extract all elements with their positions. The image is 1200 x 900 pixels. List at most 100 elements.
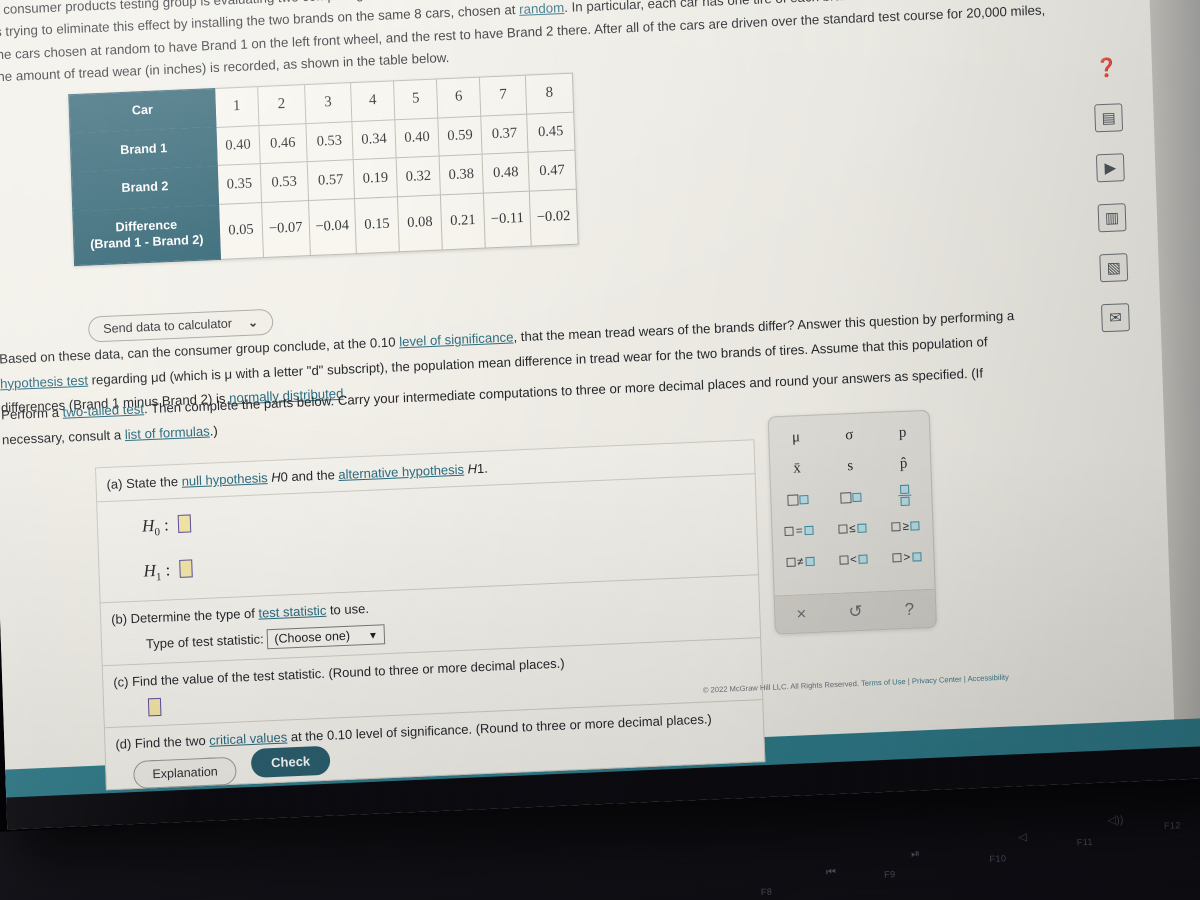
terms-of-use-link[interactable]: Terms of Use (861, 677, 906, 688)
critical-values-link[interactable]: critical values (209, 729, 287, 747)
car-cell: 8 (525, 73, 574, 114)
browser-viewport: ⌄ Español A consumer products testing gr… (0, 0, 1200, 830)
h0-answer-input[interactable] (177, 514, 192, 533)
row-header-car: Car (68, 88, 216, 134)
brand1-cell: 0.40 (394, 117, 440, 159)
notes-icon[interactable]: ▧ (1099, 253, 1129, 283)
test-statistic-select[interactable]: (Choose one) ▼ (266, 624, 386, 650)
difference-label-line2: (Brand 1 - Brand 2) (89, 232, 204, 252)
car-cell: 7 (479, 75, 527, 116)
hypothesis-test-link[interactable]: hypothesis test (0, 372, 88, 391)
brand1-cell: 0.45 (526, 111, 575, 153)
keypad-key-s[interactable]: s (823, 450, 877, 483)
keypad-key-not-equal[interactable]: ≠ (773, 545, 827, 578)
random-link[interactable]: random (519, 0, 565, 17)
difference-cell: 0.15 (354, 196, 400, 254)
help-icon[interactable]: ? (904, 599, 914, 619)
part-d-prefix: (d) Find the two (115, 732, 210, 752)
difference-cell: −0.02 (529, 189, 578, 246)
part-a-suffix: H1. (467, 460, 489, 477)
keypad-key-less-than[interactable]: < (826, 543, 880, 576)
level-of-significance-link[interactable]: level of significance (399, 329, 514, 349)
keypad-action-bar: × ↺ ? (774, 588, 936, 634)
brand2-cell: 0.47 (528, 150, 576, 192)
brand1-cell: 0.40 (215, 125, 261, 166)
type-of-test-statistic-label: Type of test statistic: (145, 631, 264, 652)
difference-cell: −0.11 (483, 191, 532, 248)
h1-answer-input[interactable] (179, 559, 193, 579)
row-header-brand2: Brand 2 (71, 165, 219, 211)
keypad-key-mu[interactable]: μ (769, 421, 823, 454)
undo-icon[interactable]: ↺ (848, 601, 863, 622)
footer-separator: | (963, 674, 966, 684)
help-person-icon[interactable]: ❓ (1092, 53, 1121, 82)
car-cell: 2 (257, 84, 306, 126)
difference-label-line1: Difference (115, 217, 178, 235)
keypad-grid: μ σ p x̄ s p̂ = ≤ ≥ ≠ < > (769, 411, 934, 579)
test-statistic-select-value: (Choose one) (274, 628, 351, 646)
keypad-key-subscript-icon[interactable] (824, 481, 878, 514)
test-statistic-link[interactable]: test statistic (258, 602, 326, 620)
keypad-key-phat[interactable]: p̂ (876, 448, 930, 481)
brand2-cell: 0.57 (306, 160, 355, 201)
test-statistic-answer-input[interactable] (147, 697, 162, 717)
brand2-cell: 0.19 (353, 158, 398, 199)
difference-cell: 0.05 (218, 202, 264, 260)
car-cell: 6 (436, 77, 481, 118)
car-cell: 5 (393, 78, 438, 120)
reference-icon[interactable]: ▥ (1097, 203, 1127, 233)
h1-symbol: H (143, 561, 157, 581)
car-cell: 3 (304, 82, 352, 124)
difference-cell: −0.04 (308, 198, 357, 256)
two-tailed-test-link[interactable]: two-tailed test (62, 401, 144, 419)
brand1-cell: 0.53 (305, 121, 354, 163)
brand2-cell: 0.48 (482, 152, 530, 194)
null-hypothesis-link[interactable]: null hypothesis (181, 470, 267, 489)
media-play-icon: ⏯ (910, 847, 921, 861)
video-play-icon[interactable]: ▶ (1095, 153, 1125, 183)
h0-symbol: H (141, 515, 155, 536)
p3-text-c: .) (209, 422, 219, 439)
difference-cell: −0.07 (261, 200, 310, 258)
list-of-formulas-link[interactable]: list of formulas (125, 423, 210, 442)
brand1-cell: 0.37 (480, 113, 529, 155)
keypad-key-xbar[interactable]: x̄ (770, 452, 824, 485)
brand2-cell: 0.35 (217, 164, 262, 205)
calculator-icon[interactable]: ▤ (1094, 103, 1124, 133)
brand2-cell: 0.53 (260, 162, 309, 203)
media-prev-icon: ⏮ (825, 866, 837, 879)
keypad-key-greater-than[interactable]: > (880, 541, 934, 574)
part-b-suffix: to use. (326, 600, 370, 618)
fkey-f9: F9 (883, 869, 896, 880)
keypad-key-p[interactable]: p (875, 417, 929, 450)
photo-scene: F8 ⏮ F9 ⏯ F10 ◁ F11 ◁)) F12 ⌄ Español A … (0, 0, 1200, 900)
difference-cell: 0.21 (440, 193, 486, 250)
part-a-prefix: (a) State the (106, 473, 182, 492)
keypad-key-greater-equal[interactable]: ≥ (879, 510, 933, 543)
clear-icon[interactable]: × (796, 604, 807, 624)
row-header-difference: Difference (Brand 1 - Brand 2) (72, 204, 221, 266)
row-header-brand1: Brand 1 (70, 127, 218, 173)
fkey-f8: F8 (760, 886, 773, 898)
alternative-hypothesis-link[interactable]: alternative hypothesis (338, 462, 464, 482)
fkey-f10: F10 (989, 853, 1007, 865)
math-symbol-keypad[interactable]: μ σ p x̄ s p̂ = ≤ ≥ ≠ < > × ↺ ? (767, 409, 937, 635)
explanation-button[interactable]: Explanation (133, 756, 238, 790)
brand1-cell: 0.59 (437, 115, 483, 157)
check-button[interactable]: Check (250, 745, 331, 779)
keypad-key-superscript-icon[interactable] (771, 483, 825, 516)
volume-mute-icon: ◁ (1018, 831, 1028, 844)
keypad-key-equals[interactable]: = (772, 514, 826, 547)
footer-separator: | (907, 676, 910, 686)
mail-icon[interactable]: ✉ (1100, 303, 1130, 333)
tools-rail: ❓ ▤ ▶ ▥ ▧ ✉ (1081, 53, 1141, 355)
keypad-key-sigma[interactable]: σ (822, 419, 876, 452)
part-b-prefix: (b) Determine the type of (110, 605, 259, 627)
keypad-key-less-equal[interactable]: ≤ (825, 512, 879, 545)
car-cell: 1 (214, 86, 259, 128)
accessibility-link[interactable]: Accessibility (967, 673, 1009, 684)
brand1-cell: 0.46 (258, 123, 307, 165)
keypad-key-fraction-icon[interactable] (878, 479, 932, 512)
send-data-label: Send data to calculator (103, 316, 233, 336)
fkey-f12: F12 (1163, 820, 1182, 831)
